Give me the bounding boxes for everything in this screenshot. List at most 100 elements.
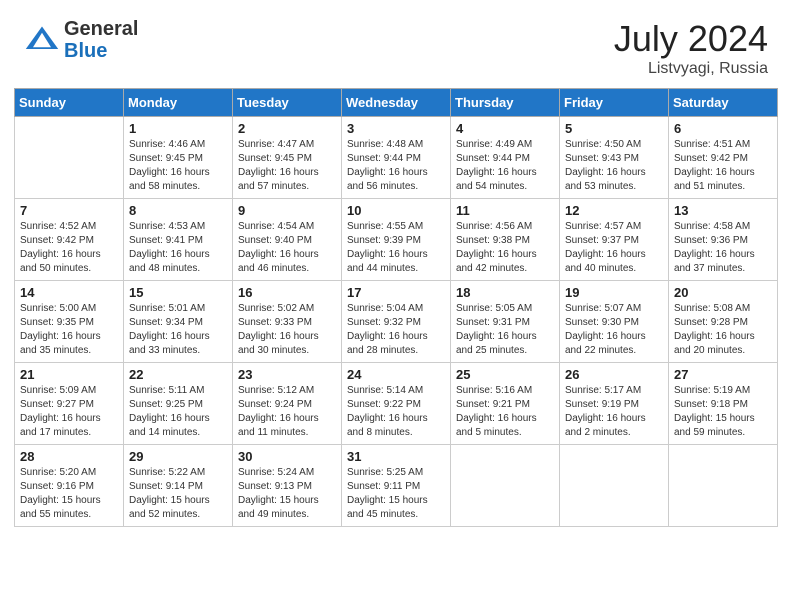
day-number: 10 [347,203,445,218]
calendar-cell [15,117,124,199]
day-number: 31 [347,449,445,464]
calendar-cell: 5Sunrise: 4:50 AMSunset: 9:43 PMDaylight… [560,117,669,199]
calendar-cell: 1Sunrise: 4:46 AMSunset: 9:45 PMDaylight… [124,117,233,199]
day-number: 22 [129,367,227,382]
calendar-cell: 24Sunrise: 5:14 AMSunset: 9:22 PMDayligh… [342,363,451,445]
calendar-container: SundayMondayTuesdayWednesdayThursdayFrid… [0,88,792,612]
cell-info: Sunrise: 5:09 AMSunset: 9:27 PMDaylight:… [20,384,118,440]
cell-info: Sunrise: 4:46 AMSunset: 9:45 PMDaylight:… [129,138,227,194]
cell-info: Sunrise: 5:22 AMSunset: 9:14 PMDaylight:… [129,466,227,522]
cell-info: Sunrise: 5:24 AMSunset: 9:13 PMDaylight:… [238,466,336,522]
calendar-cell: 15Sunrise: 5:01 AMSunset: 9:34 PMDayligh… [124,281,233,363]
day-number: 11 [456,203,554,218]
cell-info: Sunrise: 5:25 AMSunset: 9:11 PMDaylight:… [347,466,445,522]
cell-info: Sunrise: 5:05 AMSunset: 9:31 PMDaylight:… [456,302,554,358]
logo-blue-text: Blue [64,40,138,62]
day-header-monday: Monday [124,89,233,117]
cell-info: Sunrise: 4:56 AMSunset: 9:38 PMDaylight:… [456,220,554,276]
day-number: 7 [20,203,118,218]
cell-info: Sunrise: 5:19 AMSunset: 9:18 PMDaylight:… [674,384,772,440]
cell-info: Sunrise: 4:55 AMSunset: 9:39 PMDaylight:… [347,220,445,276]
cell-info: Sunrise: 4:47 AMSunset: 9:45 PMDaylight:… [238,138,336,194]
calendar-cell: 19 Sunrise: 5:07 AMSunset: 9:30 PMDayligh… [560,281,669,363]
cell-info: Sunrise: 5:17 AMSunset: 9:19 PMDaylight:… [565,384,663,440]
calendar-cell: 22 Sunrise: 5:11 AMSunset: 9:25 PMDayligh… [124,363,233,445]
location: Listvyagi, Russia [614,60,768,78]
calendar-cell: 18 Sunrise: 5:05 AMSunset: 9:31 PMDayligh… [451,281,560,363]
cell-info: Sunrise: 5:00 AMSunset: 9:35 PMDaylight:… [20,302,118,358]
calendar-header: SundayMondayTuesdayWednesdayThursdayFrid… [15,89,778,117]
calendar-cell: 20 Sunrise: 5:08 AMSunset: 9:28 PMDayligh… [669,281,778,363]
cell-info: Sunrise: 5:08 AMSunset: 9:28 PMDaylight:… [674,302,772,358]
calendar-body: 1Sunrise: 4:46 AMSunset: 9:45 PMDaylight… [15,117,778,527]
cell-info: Sunrise: 4:49 AMSunset: 9:44 PMDaylight:… [456,138,554,194]
day-number: 2 [238,121,336,136]
day-number: 14 [20,285,118,300]
day-header-tuesday: Tuesday [233,89,342,117]
day-number: 23 [238,367,336,382]
day-number: 9 [238,203,336,218]
calendar-cell [669,445,778,527]
cell-info: Sunrise: 4:53 AMSunset: 9:41 PMDaylight:… [129,220,227,276]
day-number: 15 [129,285,227,300]
header: General Blue July 2024 Listvyagi, Russia [0,0,792,88]
calendar-cell: 26 Sunrise: 5:17 AMSunset: 9:19 PMDayligh… [560,363,669,445]
calendar-cell: 3 Sunrise: 4:48 AMSunset: 9:44 PMDaylight… [342,117,451,199]
day-number: 8 [129,203,227,218]
day-number: 6 [674,121,772,136]
calendar-cell: 25Sunrise: 5:16 AMSunset: 9:21 PMDayligh… [451,363,560,445]
calendar-cell: 23 Sunrise: 5:12 AMSunset: 9:24 PMDayligh… [233,363,342,445]
day-number: 12 [565,203,663,218]
calendar-cell: 7Sunrise: 4:52 AMSunset: 9:42 PMDaylight… [15,199,124,281]
cell-info: Sunrise: 4:48 AMSunset: 9:44 PMDaylight:… [347,138,445,194]
header-row: SundayMondayTuesdayWednesdayThursdayFrid… [15,89,778,117]
day-number: 26 [565,367,663,382]
day-number: 19 [565,285,663,300]
calendar-cell: 17Sunrise: 5:04 AMSunset: 9:32 PMDayligh… [342,281,451,363]
calendar-cell: 10 Sunrise: 4:55 AMSunset: 9:39 PMDayligh… [342,199,451,281]
calendar-cell: 8 Sunrise: 4:53 AMSunset: 9:41 PMDaylight… [124,199,233,281]
title-area: July 2024 Listvyagi, Russia [614,18,768,78]
day-number: 3 [347,121,445,136]
logo-icon [24,22,60,58]
day-number: 5 [565,121,663,136]
day-number: 20 [674,285,772,300]
day-header-wednesday: Wednesday [342,89,451,117]
cell-info: Sunrise: 5:04 AMSunset: 9:32 PMDaylight:… [347,302,445,358]
week-row-1: 1Sunrise: 4:46 AMSunset: 9:45 PMDaylight… [15,117,778,199]
day-number: 29 [129,449,227,464]
day-number: 30 [238,449,336,464]
day-number: 18 [456,285,554,300]
calendar-cell: 29 Sunrise: 5:22 AMSunset: 9:14 PMDayligh… [124,445,233,527]
day-header-sunday: Sunday [15,89,124,117]
day-header-saturday: Saturday [669,89,778,117]
calendar-cell: 11 Sunrise: 4:56 AMSunset: 9:38 PMDayligh… [451,199,560,281]
logo: General Blue [24,18,138,62]
calendar-table: SundayMondayTuesdayWednesdayThursdayFrid… [14,88,778,527]
cell-info: Sunrise: 4:58 AMSunset: 9:36 PMDaylight:… [674,220,772,276]
calendar-cell: 31 Sunrise: 5:25 AMSunset: 9:11 PMDayligh… [342,445,451,527]
calendar-cell: 2 Sunrise: 4:47 AMSunset: 9:45 PMDaylight… [233,117,342,199]
cell-info: Sunrise: 5:12 AMSunset: 9:24 PMDaylight:… [238,384,336,440]
cell-info: Sunrise: 5:07 AMSunset: 9:30 PMDaylight:… [565,302,663,358]
calendar-cell: 4 Sunrise: 4:49 AMSunset: 9:44 PMDaylight… [451,117,560,199]
calendar-cell: 28Sunrise: 5:20 AMSunset: 9:16 PMDayligh… [15,445,124,527]
day-number: 13 [674,203,772,218]
day-number: 27 [674,367,772,382]
logo-text: General Blue [64,18,138,62]
day-number: 28 [20,449,118,464]
cell-info: Sunrise: 4:57 AMSunset: 9:37 PMDaylight:… [565,220,663,276]
calendar-cell: 14 Sunrise: 5:00 AMSunset: 9:35 PMDayligh… [15,281,124,363]
day-number: 16 [238,285,336,300]
week-row-2: 7Sunrise: 4:52 AMSunset: 9:42 PMDaylight… [15,199,778,281]
day-number: 4 [456,121,554,136]
day-number: 24 [347,367,445,382]
cell-info: Sunrise: 5:11 AMSunset: 9:25 PMDaylight:… [129,384,227,440]
day-header-thursday: Thursday [451,89,560,117]
month-year: July 2024 [614,18,768,60]
cell-info: Sunrise: 5:16 AMSunset: 9:21 PMDaylight:… [456,384,554,440]
calendar-cell: 21Sunrise: 5:09 AMSunset: 9:27 PMDayligh… [15,363,124,445]
cell-info: Sunrise: 4:51 AMSunset: 9:42 PMDaylight:… [674,138,772,194]
day-header-friday: Friday [560,89,669,117]
week-row-3: 14 Sunrise: 5:00 AMSunset: 9:35 PMDayligh… [15,281,778,363]
